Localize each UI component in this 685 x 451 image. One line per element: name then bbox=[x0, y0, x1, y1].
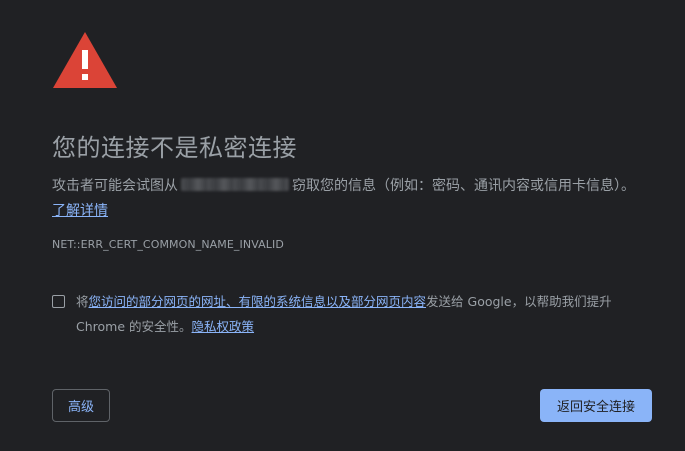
optin-data-link[interactable]: 您访问的部分网页的网址、有限的系统信息以及部分网页内容 bbox=[89, 294, 427, 309]
description-text-after: 窃取您的信息（例如：密码、通讯内容或信用卡信息）。 bbox=[292, 178, 635, 194]
warning-triangle-icon bbox=[53, 32, 117, 88]
ssl-interstitial-page: 您的连接不是私密连接 攻击者可能会试图从 窃取您的信息（例如：密码、通讯内容或信用… bbox=[0, 0, 685, 451]
optin-text: 将您访问的部分网页的网址、有限的系统信息以及部分网页内容发送给 Google，以… bbox=[76, 289, 651, 339]
redacted-hostname bbox=[181, 178, 289, 191]
page-title: 您的连接不是私密连接 bbox=[52, 134, 297, 162]
learn-more-link[interactable]: 了解详情 bbox=[52, 203, 108, 219]
error-code: NET::ERR_CERT_COMMON_NAME_INVALID bbox=[52, 238, 284, 251]
send-data-checkbox[interactable] bbox=[52, 295, 65, 308]
advanced-button[interactable]: 高级 bbox=[52, 389, 110, 422]
optin-prefix: 将 bbox=[76, 294, 89, 309]
warning-description: 攻击者可能会试图从 窃取您的信息（例如：密码、通讯内容或信用卡信息）。了解详情 bbox=[52, 174, 642, 224]
privacy-policy-link[interactable]: 隐私权政策 bbox=[192, 319, 255, 334]
description-text-before: 攻击者可能会试图从 bbox=[52, 178, 178, 194]
back-to-safety-button[interactable]: 返回安全连接 bbox=[540, 389, 652, 422]
